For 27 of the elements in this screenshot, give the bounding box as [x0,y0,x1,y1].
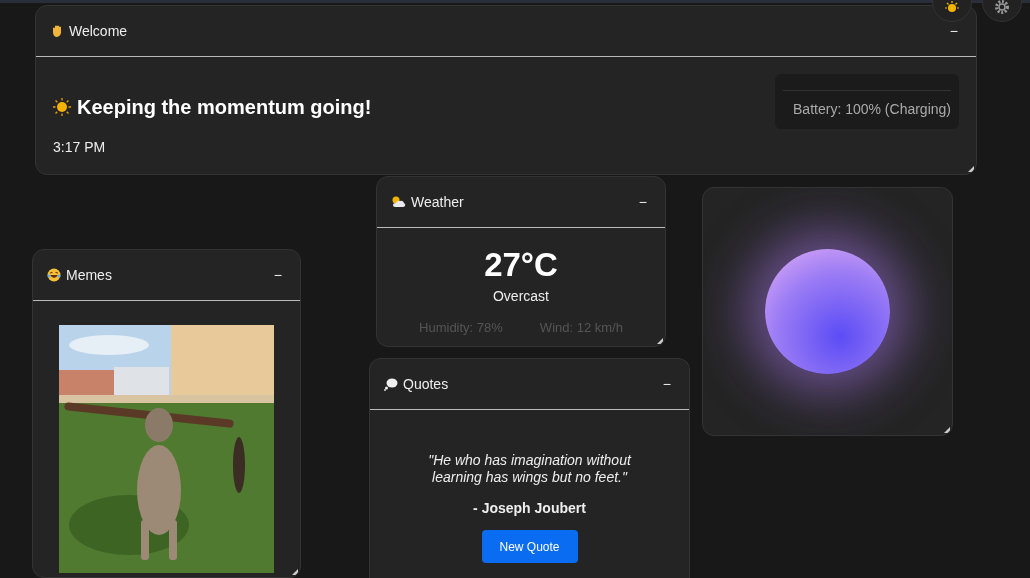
settings-icon [994,0,1010,15]
minimize-button[interactable]: − [634,191,651,213]
minimize-button[interactable]: − [658,373,675,395]
widget-title: Quotes [403,374,449,394]
minimize-button[interactable]: − [945,20,962,42]
resize-handle[interactable] [292,569,298,575]
quote-author: - Joseph Joubert [473,499,586,518]
weather-condition: Overcast [493,287,549,306]
laughing-face-icon [47,268,61,282]
resize-handle[interactable] [968,166,974,172]
temperature: 27°C [484,246,558,284]
minimize-button[interactable]: − [269,264,286,286]
resize-handle[interactable] [657,338,663,344]
battery-status: Battery: 100% (Charging) [792,100,951,119]
sun-icon [945,1,959,15]
clock-time: 3:17 PM [53,138,107,157]
widget-title: Welcome [69,21,128,41]
widget-title: Weather [411,192,464,212]
resize-handle[interactable] [944,427,950,433]
waving-hand-icon [50,24,64,38]
quote-text: "He who has imagination without learning has wings but no feet." [427,452,633,486]
new-quote-button[interactable]: New Quote [481,530,578,563]
widget-title: Memes [66,265,112,285]
greeting-text: Keeping the momentum going! [77,95,372,120]
sun-icon [53,98,71,116]
thought-bubble-icon [384,377,398,391]
sun-cloud-icon [391,195,406,209]
